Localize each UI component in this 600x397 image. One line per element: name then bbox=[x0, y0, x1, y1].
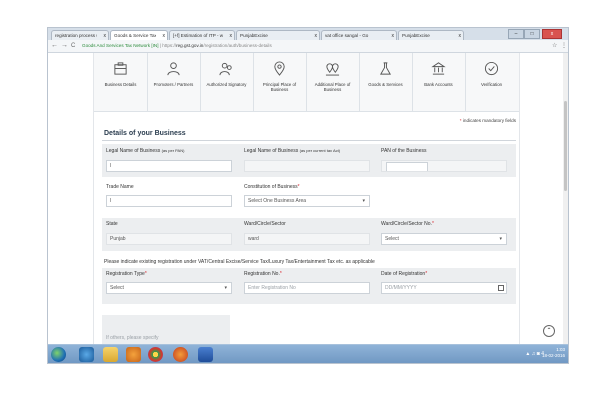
tab-punjab-excise[interactable]: PunjabExcise x bbox=[236, 30, 320, 40]
step-promoters-partners[interactable]: Promoters / Partners bbox=[147, 53, 201, 111]
forward-button[interactable]: → bbox=[61, 41, 68, 51]
pan-value-box bbox=[386, 162, 428, 171]
step-principal-place[interactable]: Principal Place of Business bbox=[253, 53, 307, 111]
tab-punjab-excise-2[interactable]: PunjabExcise x bbox=[398, 30, 464, 40]
calendar-icon[interactable] bbox=[498, 285, 504, 291]
chevron-down-icon: ▾ bbox=[224, 285, 227, 291]
reload-button[interactable]: C bbox=[71, 41, 75, 51]
ward-no-select[interactable]: Select ▾ bbox=[381, 233, 507, 245]
registration-date-input[interactable]: DD/MM/YYYY bbox=[381, 282, 507, 294]
ward-field: ward bbox=[244, 233, 370, 245]
mandatory-note: * indicates mandatory fields bbox=[459, 118, 516, 123]
person-icon bbox=[167, 62, 180, 76]
legal-name-current-field bbox=[244, 160, 370, 172]
minimize-button[interactable]: – bbox=[508, 29, 524, 39]
step-additional-place[interactable]: Additional Place of Business bbox=[306, 53, 360, 111]
constitution-select[interactable]: Select One Business Area ▾ bbox=[244, 195, 370, 207]
check-circle-icon bbox=[484, 61, 499, 76]
step-business-details[interactable]: Business Details bbox=[94, 53, 148, 111]
registration-no-input[interactable]: Enter Registration No bbox=[244, 282, 370, 294]
address-bar: ← → C Goods And Services Tax Network [IN… bbox=[48, 40, 568, 53]
pan-label: PAN of the Business bbox=[381, 148, 427, 154]
legal-name-current-label: Legal Name of Business (as per current t… bbox=[244, 148, 341, 154]
divider bbox=[102, 140, 516, 141]
legal-name-input[interactable]: I bbox=[106, 160, 232, 172]
bookmark-star-icon[interactable]: ☆ bbox=[552, 41, 557, 51]
site-identity: Goods And Services Tax Network [IN] bbox=[82, 43, 159, 48]
content-area: Business Details Promoters / Partners Au… bbox=[93, 53, 520, 344]
briefcase-icon bbox=[114, 62, 127, 75]
step-verification[interactable]: Verification bbox=[465, 53, 518, 111]
start-button-icon[interactable] bbox=[51, 347, 66, 362]
scroll-thumb[interactable] bbox=[564, 101, 567, 191]
registration-type-select[interactable]: Select ▾ bbox=[106, 282, 232, 294]
ward-no-label: Ward/Circle/Sector No.* bbox=[381, 221, 434, 227]
tab-close-icon[interactable]: x bbox=[230, 31, 233, 40]
state-field: Punjab bbox=[106, 233, 232, 245]
browser-window: registration process un x Goods & Service… bbox=[47, 27, 569, 364]
page-viewport: Business Details Promoters / Partners Au… bbox=[48, 53, 568, 344]
step-goods-services[interactable]: Goods & Services bbox=[359, 53, 413, 111]
section-heading: Details of your Business bbox=[104, 130, 186, 137]
tab-close-icon[interactable]: x bbox=[392, 31, 395, 40]
step-authorized-signatory[interactable]: Authorized Signatory bbox=[200, 53, 254, 111]
chevron-down-icon: ▾ bbox=[362, 198, 365, 204]
multi-location-icon bbox=[325, 63, 340, 76]
tab-gst[interactable]: Goods & Service Tax (Gx bbox=[110, 30, 168, 40]
maximize-button[interactable]: □ bbox=[524, 29, 540, 39]
bank-icon bbox=[431, 62, 446, 75]
taskbar: ▲ ♫ ◙ 4 1:03 18-02-2016 bbox=[48, 344, 568, 363]
legal-name-label: Legal Name of Business (as per PAN) bbox=[106, 148, 185, 154]
constitution-label: Constitution of Business* bbox=[244, 184, 300, 190]
step-bank-accounts[interactable]: Bank Accounts bbox=[412, 53, 466, 111]
registration-steps: Business Details Promoters / Partners Au… bbox=[94, 53, 519, 112]
registration-no-label: Registration No.* bbox=[244, 271, 282, 277]
flask-icon bbox=[380, 62, 391, 75]
back-button[interactable]: ← bbox=[51, 41, 58, 51]
firefox-icon[interactable] bbox=[173, 347, 188, 362]
tab-vat-office[interactable]: vat office sangal - Go x bbox=[321, 30, 397, 40]
internet-explorer-icon[interactable] bbox=[79, 347, 94, 362]
taskbar-clock[interactable]: 1:03 18-02-2016 bbox=[542, 347, 565, 359]
pan-field bbox=[381, 160, 507, 172]
chrome-icon[interactable] bbox=[148, 347, 163, 362]
scroll-to-top-button[interactable]: ⌃ bbox=[543, 325, 555, 337]
tab-estimation[interactable]: [+f] Estimation of ITP - wit x bbox=[169, 30, 235, 40]
existing-registration-note: Please indicate existing registration un… bbox=[104, 259, 375, 265]
tab-registration-process[interactable]: registration process un x bbox=[51, 30, 109, 40]
chevron-down-icon: ▾ bbox=[499, 236, 502, 242]
tab-strip: registration process un x Goods & Service… bbox=[48, 28, 568, 40]
registration-date-label: Date of Registration* bbox=[381, 271, 428, 277]
people-icon bbox=[219, 62, 232, 76]
close-window-button[interactable]: x bbox=[542, 29, 562, 39]
file-explorer-icon[interactable] bbox=[103, 347, 118, 362]
trade-name-input[interactable]: I bbox=[106, 195, 232, 207]
page-scrollbar[interactable] bbox=[563, 53, 568, 344]
registration-type-label: Registration Type* bbox=[106, 271, 147, 277]
tab-close-icon[interactable]: x bbox=[459, 31, 462, 40]
url-field[interactable]: Goods And Services Tax Network [IN] | ht… bbox=[82, 42, 548, 50]
partial-label: If others, please specify bbox=[106, 335, 159, 341]
location-pin-icon bbox=[274, 61, 285, 76]
state-label: State bbox=[106, 221, 118, 227]
media-player-icon[interactable] bbox=[126, 347, 141, 362]
ward-label: Ward/Circle/Sector bbox=[244, 221, 286, 227]
tab-close-icon[interactable]: x bbox=[104, 31, 107, 40]
tab-close-icon[interactable]: x bbox=[315, 31, 318, 40]
word-icon[interactable] bbox=[198, 347, 213, 362]
trade-name-label: Trade Name bbox=[106, 184, 134, 190]
browser-menu-icon[interactable]: ⋮ bbox=[561, 41, 567, 51]
tab-close-icon[interactable]: x bbox=[163, 31, 166, 40]
